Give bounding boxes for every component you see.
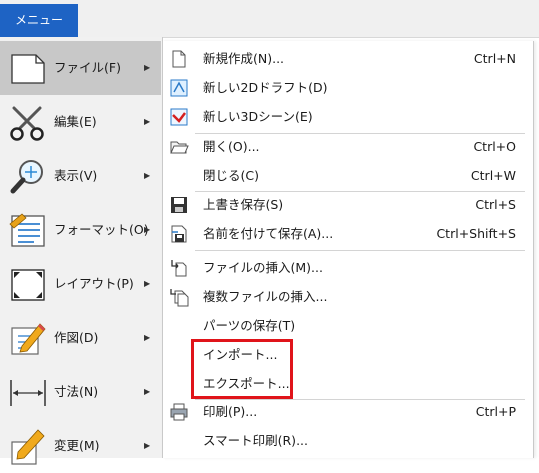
menu-item-label: フォーマット(O) xyxy=(54,222,149,237)
modify-pencil-icon xyxy=(8,428,48,466)
menu-item-label: ファイル(F) xyxy=(54,60,121,75)
submenu-item-label: 新しい3Dシーン(E) xyxy=(203,109,313,124)
submenu-item-label: 名前を付けて保存(A)... xyxy=(203,226,334,241)
menu-item-layout[interactable]: レイアウト(P) ▶ xyxy=(0,257,161,311)
submenu-item-print[interactable]: 印刷(P)... Ctrl+P xyxy=(163,397,533,426)
menu-item-draw[interactable]: 作図(D) ▶ xyxy=(0,311,161,365)
menu-button[interactable]: メニュー xyxy=(0,4,78,37)
drawing-pencil-icon xyxy=(8,320,48,358)
shortcut-text: Ctrl+S xyxy=(475,197,516,212)
insert-file-icon xyxy=(169,258,189,278)
submenu-item-label: 新規作成(N)... xyxy=(203,51,285,66)
submenu-item-label: 開く(O)... xyxy=(203,139,260,154)
menu-item-label: 寸法(N) xyxy=(54,384,99,399)
menu-item-format[interactable]: フォーマット(O) ▶ xyxy=(0,203,161,257)
import-export-highlight xyxy=(191,339,293,399)
menu-item-label: レイアウト(P) xyxy=(54,276,134,291)
submenu-item-save[interactable]: 上書き保存(S) Ctrl+S xyxy=(163,190,533,219)
submenu-arrow-icon: ▶ xyxy=(144,279,151,288)
menu-item-dimension[interactable]: 寸法(N) ▶ xyxy=(0,365,161,419)
submenu-item-insert-multiple-files[interactable]: 複数ファイルの挿入... xyxy=(163,282,533,311)
submenu-item-label: 複数ファイルの挿入... xyxy=(203,289,328,304)
menu-item-view[interactable]: 表示(V) ▶ xyxy=(0,149,161,203)
submenu-arrow-icon: ▶ xyxy=(144,63,151,72)
submenu-item-label: 印刷(P)... xyxy=(203,404,258,419)
dimension-icon xyxy=(8,374,48,412)
printer-icon xyxy=(169,402,189,422)
shortcut-text: Ctrl+W xyxy=(470,168,516,183)
shortcut-text: Ctrl+O xyxy=(473,139,516,154)
menu-item-label: 編集(E) xyxy=(54,114,97,129)
submenu-item-smart-print[interactable]: スマート印刷(R)... xyxy=(163,426,533,455)
save-as-icon xyxy=(169,224,189,244)
save-icon xyxy=(169,195,189,215)
scissors-icon xyxy=(8,104,48,142)
submenu-item-label: ファイルの挿入(M)... xyxy=(203,260,323,275)
separator xyxy=(195,250,525,251)
submenu-item-new-2d-draft[interactable]: 新しい2Dドラフト(D) xyxy=(163,73,533,102)
menu-item-label: 表示(V) xyxy=(54,168,98,183)
menu-bar: メニュー xyxy=(0,0,539,38)
menu-item-label: 作図(D) xyxy=(54,330,99,345)
submenu-item-save-as[interactable]: 名前を付けて保存(A)... Ctrl+Shift+S xyxy=(163,219,533,248)
menu-item-modify[interactable]: 変更(M) ▶ xyxy=(0,419,161,473)
submenu-arrow-icon: ▶ xyxy=(144,225,151,234)
submenu-arrow-icon: ▶ xyxy=(144,441,151,450)
format-icon xyxy=(8,212,48,250)
submenu-item-new-3d-scene[interactable]: 新しい3Dシーン(E) xyxy=(163,102,533,131)
submenu-item-close[interactable]: 閉じる(C) Ctrl+W xyxy=(163,161,533,190)
submenu-item-label: 閉じる(C) xyxy=(203,168,259,183)
submenu-arrow-icon: ▶ xyxy=(144,333,151,342)
submenu-item-new[interactable]: 新規作成(N)... Ctrl+N xyxy=(163,44,533,73)
shortcut-text: Ctrl+Shift+S xyxy=(436,226,516,241)
submenu-item-label: 上書き保存(S) xyxy=(203,197,284,212)
new-2d-draft-icon xyxy=(169,78,189,98)
submenu-item-label: 新しい2Dドラフト(D) xyxy=(203,80,328,95)
new-3d-scene-icon xyxy=(169,107,189,127)
main-menu-panel: ファイル(F) ▶ 編集(E) ▶ 表示(V) ▶ フォーマット(O) ▶ レイ… xyxy=(0,37,163,465)
insert-multiple-files-icon xyxy=(169,287,189,307)
submenu-item-label: パーツの保存(T) xyxy=(203,318,296,333)
submenu-arrow-icon: ▶ xyxy=(144,117,151,126)
submenu-item-save-parts[interactable]: パーツの保存(T) xyxy=(163,311,533,340)
submenu-item-open[interactable]: 開く(O)... Ctrl+O xyxy=(163,132,533,161)
file-icon xyxy=(8,50,48,88)
new-document-icon xyxy=(169,49,189,69)
open-folder-icon xyxy=(169,137,189,157)
shortcut-text: Ctrl+P xyxy=(475,404,516,419)
submenu-arrow-icon: ▶ xyxy=(144,387,151,396)
shortcut-text: Ctrl+N xyxy=(473,51,516,66)
menu-item-file[interactable]: ファイル(F) ▶ xyxy=(0,41,161,95)
menu-item-label: 変更(M) xyxy=(54,438,100,453)
magnifier-icon xyxy=(8,158,48,196)
submenu-item-label: スマート印刷(R)... xyxy=(203,433,308,448)
menu-item-edit[interactable]: 編集(E) ▶ xyxy=(0,95,161,149)
submenu-item-insert-file[interactable]: ファイルの挿入(M)... xyxy=(163,253,533,282)
submenu-arrow-icon: ▶ xyxy=(144,171,151,180)
layout-frame-icon xyxy=(8,266,48,304)
